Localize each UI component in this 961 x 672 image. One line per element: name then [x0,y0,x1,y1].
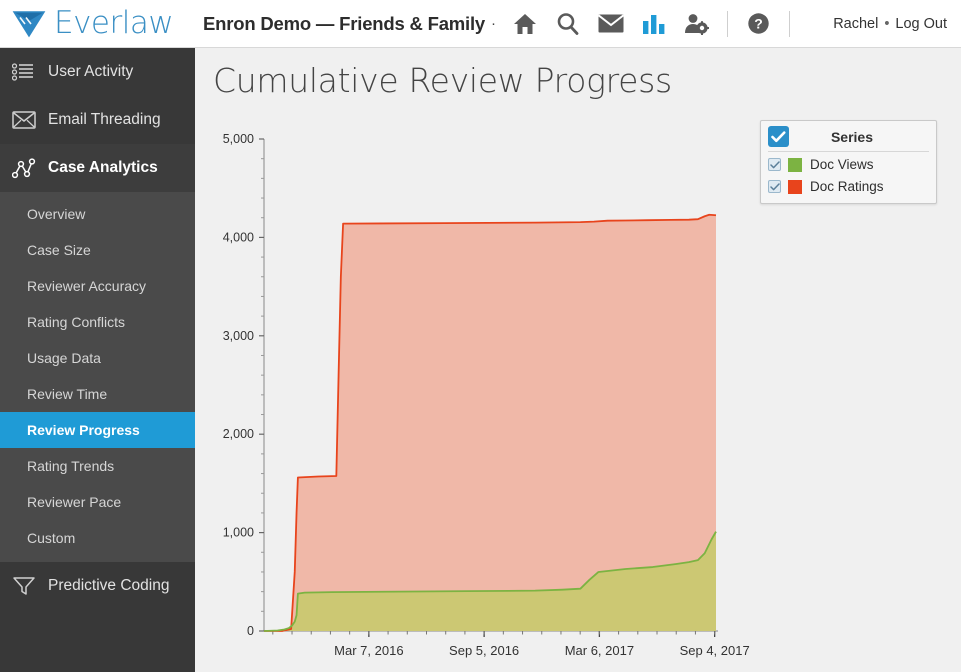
legend-header: Series [768,126,929,152]
sidebar-item-custom[interactable]: Custom [0,520,195,556]
logout-link[interactable]: Log Out [895,16,947,32]
case-analytics-submenu: Overview Case Size Reviewer Accuracy Rat… [0,192,195,562]
sidebar-subitem-label: Rating Trends [27,458,115,474]
y-axis-tick-label: 0 [247,624,254,638]
legend-checkbox-doc-ratings[interactable] [768,180,781,193]
legend-checkbox-doc-views[interactable] [768,158,781,171]
sidebar-item-label: Email Threading [48,111,161,128]
sidebar-item-review-progress[interactable]: Review Progress [0,412,195,448]
home-icon[interactable] [503,0,546,48]
legend-master-checkbox[interactable] [768,126,789,147]
sidebar-subitem-label: Review Time [27,386,108,402]
legend-label-doc-ratings: Doc Ratings [810,179,884,194]
list-activity-icon [12,60,42,84]
y-axis-tick-label: 4,000 [223,230,254,244]
header-icon-group: ? [503,0,799,48]
case-title: Enron Demo — Friends & Family [203,12,486,34]
sidebar-item-label: Predictive Coding [48,577,170,594]
header-divider [727,10,729,37]
x-axis-tick-label: Sep 5, 2016 [449,643,519,658]
sidebar-nav: User Activity Email Threading Case Analy… [0,48,195,672]
network-graph-icon [12,156,42,180]
top-header-bar: Everlaw Enron Demo — Friends & Family · [0,0,961,48]
svg-text:?: ? [754,16,763,32]
sidebar-subitem-label: Usage Data [27,350,101,366]
help-icon[interactable]: ? [737,0,780,48]
mail-icon[interactable] [589,0,632,48]
legend-color-swatch-doc-views [788,157,802,172]
app-root: Everlaw Enron Demo — Friends & Family · [0,0,961,672]
sidebar-subitem-label: Case Size [27,242,91,258]
sidebar-item-email-threading[interactable]: Email Threading [0,96,195,144]
x-axis-tick-label: Sep 4, 2017 [680,643,750,658]
sidebar-item-label: User Activity [48,63,134,80]
sidebar-item-label: Case Analytics [48,159,158,176]
envelope-icon [12,108,42,132]
sidebar-item-reviewer-pace[interactable]: Reviewer Pace [0,484,195,520]
sidebar-subitem-label: Review Progress [27,422,140,438]
user-settings-icon[interactable] [675,0,718,48]
sidebar-item-reviewer-accuracy[interactable]: Reviewer Accuracy [0,268,195,304]
sidebar-subitem-label: Rating Conflicts [27,314,126,330]
everlaw-diamond-logo-icon [10,8,48,40]
user-name: Rachel [833,15,879,32]
series-legend-panel: Series Doc Views Doc Ratings [760,120,937,204]
y-axis-tick-label: 5,000 [223,132,254,146]
user-separator: • [884,15,890,32]
case-title-menu-dots[interactable]: · [491,15,497,32]
sidebar-subitem-label: Custom [27,530,76,546]
legend-color-swatch-doc-ratings [788,179,802,194]
sidebar-subitem-label: Reviewer Pace [27,494,122,510]
y-axis-tick-label: 3,000 [223,329,254,343]
sidebar-subitem-label: Overview [27,206,86,222]
legend-item-doc-views[interactable]: Doc Views [768,155,929,174]
bar-chart-icon[interactable] [632,0,675,48]
sidebar-subitem-label: Reviewer Accuracy [27,278,147,294]
x-axis-tick-label: Mar 7, 2016 [334,643,403,658]
brand-name: Everlaw [54,5,174,41]
header-divider-2 [789,10,791,37]
sidebar-item-usage-data[interactable]: Usage Data [0,340,195,376]
x-axis-tick-label: Mar 6, 2017 [565,643,634,658]
brand-logo-area[interactable]: Everlaw [0,8,195,40]
sidebar-item-case-analytics[interactable]: Case Analytics [0,144,195,192]
sidebar-item-case-size[interactable]: Case Size [0,232,195,268]
sidebar-item-predictive-coding[interactable]: Predictive Coding [0,562,195,610]
search-icon[interactable] [546,0,589,48]
sidebar-item-user-activity[interactable]: User Activity [0,48,195,96]
y-axis-tick-label: 1,000 [223,526,254,540]
sidebar-item-rating-conflicts[interactable]: Rating Conflicts [0,304,195,340]
user-account-area: Rachel • Log Out [833,16,961,32]
sidebar-item-rating-trends[interactable]: Rating Trends [0,448,195,484]
sidebar-item-overview[interactable]: Overview [0,196,195,232]
main-content: Cumulative Review Progress 0 1,000 2,000 3,… [195,48,961,672]
funnel-icon [12,574,42,598]
legend-title: Series [830,128,874,145]
y-axis-tick-label: 2,000 [223,427,254,441]
legend-item-doc-ratings[interactable]: Doc Ratings [768,177,929,196]
legend-label-doc-views: Doc Views [810,157,874,172]
sidebar-item-review-time[interactable]: Review Time [0,376,195,412]
